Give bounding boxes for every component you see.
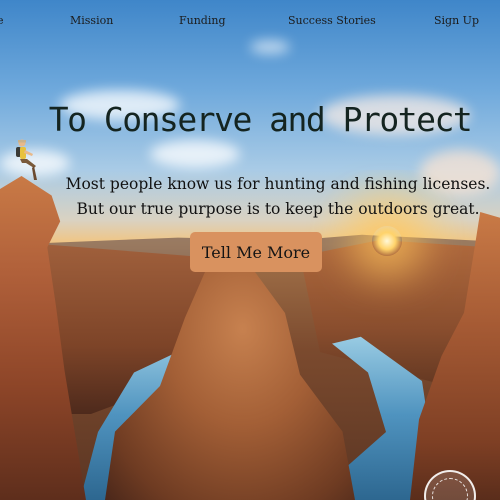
nav-item-cutoff[interactable]: e	[0, 14, 4, 27]
cloud	[250, 40, 290, 54]
nav-item-sign-up[interactable]: Sign Up	[434, 14, 479, 27]
sun	[372, 226, 402, 256]
hero-title: To Conserve and Protect	[48, 100, 473, 139]
top-nav: e Mission Funding Success Stories Sign U…	[0, 0, 500, 40]
nav-item-success-stories[interactable]: Success Stories	[288, 14, 376, 27]
tell-me-more-button[interactable]: Tell Me More	[190, 232, 322, 272]
nav-item-funding[interactable]: Funding	[179, 14, 226, 27]
hero-subtitle: Most people know us for hunting and fish…	[65, 175, 491, 218]
cloud	[150, 140, 240, 168]
hero-section: e Mission Funding Success Stories Sign U…	[0, 0, 500, 500]
nav-item-mission[interactable]: Mission	[70, 14, 113, 27]
hiker-figure	[16, 139, 37, 180]
